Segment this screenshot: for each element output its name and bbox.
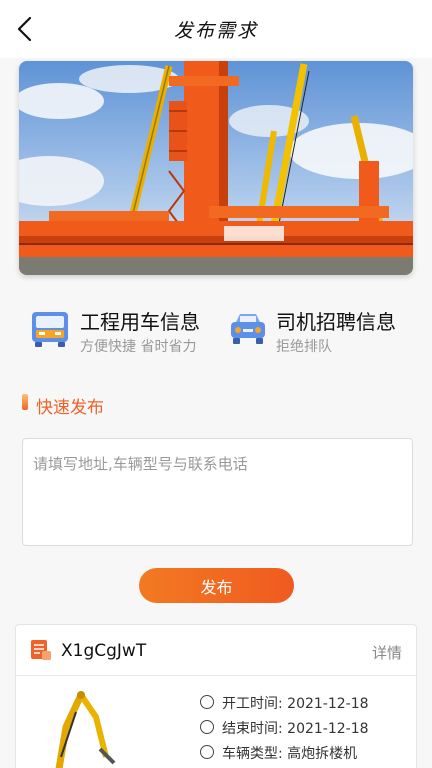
radio-circle-icon bbox=[200, 695, 214, 709]
feature-driver-recruit[interactable]: 司机招聘信息 拒绝排队 bbox=[226, 300, 426, 364]
car-icon bbox=[228, 308, 268, 348]
feature-vehicle-info[interactable]: 工程用车信息 方便快捷 省时省力 bbox=[30, 300, 220, 364]
page-title: 发布需求 bbox=[173, 20, 258, 42]
banner-image[interactable] bbox=[19, 61, 413, 275]
card-header: X1gCgJwT 详情 bbox=[16, 625, 416, 676]
end-time: 结束时间: 2021-12-18 bbox=[222, 721, 369, 737]
excavator-image bbox=[36, 687, 146, 768]
document-icon bbox=[30, 639, 52, 661]
feature-title: 工程用车信息 bbox=[80, 310, 200, 334]
feature-subtitle: 方便快捷 省时省力 bbox=[80, 339, 197, 355]
card-title: X1gCgJwT bbox=[61, 641, 147, 661]
publish-button[interactable]: 发布 bbox=[139, 568, 294, 603]
feature-subtitle: 拒绝排队 bbox=[276, 339, 332, 355]
feature-title: 司机招聘信息 bbox=[276, 310, 396, 334]
nav-bar: 发布需求 bbox=[0, 0, 432, 58]
requirement-input[interactable] bbox=[22, 438, 413, 546]
start-time: 开工时间: 2021-12-18 bbox=[222, 696, 369, 712]
card-detail-link[interactable]: 详情 bbox=[372, 642, 402, 663]
radio-circle-icon bbox=[200, 720, 214, 734]
radio-circle-icon bbox=[200, 745, 214, 759]
listing-card[interactable]: X1gCgJwT 详情 开工时间: 2021-12-18 结束时间: 2021-… bbox=[15, 624, 417, 768]
quick-publish-label: 快速发布 bbox=[36, 398, 104, 418]
feature-row: 工程用车信息 方便快捷 省时省力 司机招聘信息 拒绝排队 bbox=[0, 300, 432, 364]
truck-icon bbox=[30, 308, 70, 348]
vehicle-type: 车辆类型: 高炮拆楼机 bbox=[222, 746, 358, 762]
section-marker-icon bbox=[22, 394, 28, 410]
